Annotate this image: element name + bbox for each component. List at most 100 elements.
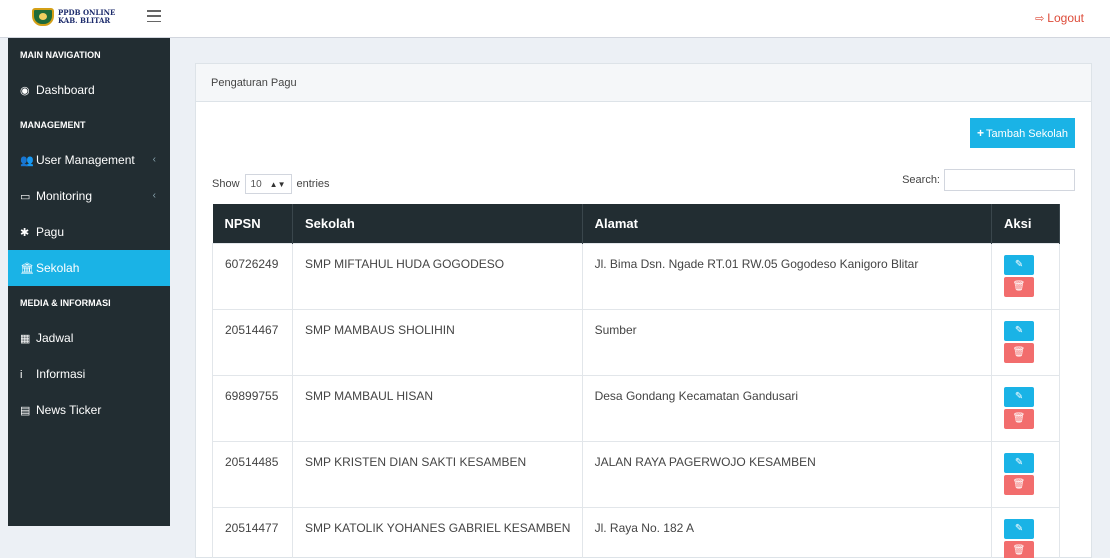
sidebar-item-label: Monitoring: [36, 189, 93, 203]
table-row: 20514477 SMP KATOLIK YOHANES GABRIEL KESA…: [212, 506, 1060, 558]
calendar-icon: ▦: [20, 333, 31, 345]
search-input[interactable]: [944, 169, 1075, 191]
edit-icon: ✎: [1014, 522, 1024, 534]
cell-sekolah: SMP KRISTEN DIAN SAKTI KESAMBEN: [291, 440, 583, 508]
plus-icon: +: [977, 126, 985, 140]
panel-title: Pengaturan Pagu: [196, 64, 1091, 102]
nav-section-header: MAIN NAVIGATION: [20, 50, 101, 60]
info-icon: i: [20, 369, 23, 381]
emblem-icon: [32, 8, 54, 26]
sidebar-item-label: Informasi: [36, 367, 86, 381]
sidebar: MAIN NAVIGATION ◉ Dashboard MANAGEMENT 👥 User…: [8, 38, 170, 526]
cell-aksi: ✎ 🗑: [991, 374, 1060, 442]
desktop-icon: ▭: [20, 191, 31, 203]
cell-sekolah: SMP MAMBAUL HISAN: [291, 374, 583, 442]
sidebar-item-label: Pagu: [36, 225, 65, 239]
cell-npsn: 60726249: [212, 242, 293, 310]
trash-icon: 🗑: [1012, 544, 1026, 556]
sidebar-item-user-management[interactable]: 👥 User Management ‹: [8, 142, 170, 178]
sidebar-item-sekolah[interactable]: 🏛 Sekolah: [8, 250, 170, 286]
delete-button[interactable]: 🗑: [1004, 540, 1035, 558]
search-control: Search:: [902, 169, 1075, 191]
trash-icon: 🗑: [1012, 346, 1026, 358]
nav-section-header: MEDIA & INFORMASI: [20, 298, 111, 308]
delete-button[interactable]: 🗑: [1004, 276, 1035, 297]
sidebar-item-informasi[interactable]: i Informasi: [8, 356, 170, 392]
cell-aksi: ✎ 🗑: [991, 506, 1060, 558]
cell-aksi: ✎ 🗑: [991, 242, 1060, 310]
sign-out-icon: ⇨: [1035, 13, 1045, 25]
cell-sekolah: SMP MIFTAHUL HUDA GOGODESO: [291, 242, 583, 310]
logo-line-2: KAB. BLITAR: [58, 16, 111, 25]
sidebar-item-dashboard[interactable]: ◉ Dashboard: [8, 72, 170, 108]
cell-alamat: Jl. Raya No. 182 A: [581, 506, 993, 558]
cell-alamat: Desa Gondang Kecamatan Gandusari: [581, 374, 993, 442]
sidebar-item-label: Sekolah: [36, 261, 80, 275]
add-school-label: Tambah Sekolah: [986, 128, 1068, 140]
main-panel: Pengaturan Pagu + Tambah Sekolah Show 10 ▲…: [195, 63, 1092, 558]
table-header-row: NPSN Sekolah Alamat Aksi: [212, 204, 1060, 243]
cell-npsn: 20514477: [212, 506, 293, 558]
cell-sekolah: SMP MAMBAUS SHOLIHIN: [291, 308, 583, 376]
column-header-npsn[interactable]: NPSN: [212, 204, 293, 243]
school-table: NPSN Sekolah Alamat Aksi 60726249 SMP MIF…: [212, 204, 1060, 558]
cell-aksi: ✎ 🗑: [991, 440, 1060, 508]
chevron-left-icon: ‹: [152, 154, 156, 165]
edit-icon: ✎: [1014, 324, 1024, 336]
edit-button[interactable]: ✎: [1004, 320, 1035, 341]
sidebar-item-pagu[interactable]: ✱ Pagu: [8, 214, 170, 250]
edit-button[interactable]: ✎: [1004, 386, 1035, 407]
search-label: Search:: [902, 174, 940, 186]
sidebar-item-label: News Ticker: [36, 403, 102, 417]
column-header-aksi: Aksi: [991, 204, 1060, 243]
trash-icon: 🗑: [1012, 412, 1026, 424]
delete-button[interactable]: 🗑: [1004, 408, 1035, 429]
chevron-left-icon: ‹: [152, 190, 156, 201]
cell-npsn: 20514467: [212, 308, 293, 376]
edit-icon: ✎: [1014, 390, 1024, 402]
table-row: 20514485 SMP KRISTEN DIAN SAKTI KESAMBEN J…: [212, 440, 1060, 508]
table-body: 60726249 SMP MIFTAHUL HUDA GOGODESO Jl. Bi…: [212, 242, 1060, 558]
trash-icon: 🗑: [1012, 478, 1026, 490]
menu-toggle-icon[interactable]: [147, 10, 161, 22]
cell-alamat: Jl. Bima Dsn. Ngade RT.01 RW.05 Gogodeso…: [581, 242, 993, 310]
newspaper-icon: ▤: [20, 405, 31, 417]
top-navbar: PPDB ONLINE KAB. BLITAR ⇨ Logout: [0, 0, 1110, 38]
entries-select[interactable]: 10 ▲▼: [244, 174, 292, 194]
delete-button[interactable]: 🗑: [1004, 342, 1035, 363]
cell-npsn: 20514485: [212, 440, 293, 508]
gear-icon: ✱: [20, 227, 30, 239]
sidebar-item-label: Jadwal: [36, 331, 74, 345]
edit-button[interactable]: ✎: [1004, 254, 1035, 275]
sidebar-item-monitoring[interactable]: ▭ Monitoring ‹: [8, 178, 170, 214]
app-logo[interactable]: PPDB ONLINE KAB. BLITAR: [32, 8, 115, 26]
cell-alamat: Sumber: [581, 308, 993, 376]
table-row: 20514467 SMP MAMBAUS SHOLIHIN Sumber ✎ 🗑: [212, 308, 1060, 376]
entries-value: 10: [250, 178, 262, 190]
logo-text: PPDB ONLINE KAB. BLITAR: [58, 9, 115, 25]
sidebar-item-label: Dashboard: [36, 83, 95, 97]
edit-icon: ✎: [1014, 456, 1024, 468]
cell-sekolah: SMP KATOLIK YOHANES GABRIEL KESAMBEN: [291, 506, 583, 558]
column-header-sekolah[interactable]: Sekolah: [292, 204, 583, 243]
institution-icon: 🏛: [20, 263, 34, 275]
cell-npsn: 69899755: [212, 374, 293, 442]
table-row: 69899755 SMP MAMBAUL HISAN Desa Gondang Ke…: [212, 374, 1060, 442]
logout-label: Logout: [1047, 11, 1084, 25]
show-entries-control: Show 10 ▲▼ entries: [212, 174, 330, 194]
column-header-alamat[interactable]: Alamat: [582, 204, 993, 243]
sidebar-item-news-ticker[interactable]: ▤ News Ticker: [8, 392, 170, 428]
logout-link[interactable]: ⇨ Logout: [1035, 11, 1084, 25]
edit-icon: ✎: [1014, 258, 1024, 270]
entries-label: entries: [296, 178, 330, 190]
add-school-button[interactable]: + Tambah Sekolah: [970, 118, 1075, 148]
edit-button[interactable]: ✎: [1004, 518, 1035, 539]
edit-button[interactable]: ✎: [1004, 452, 1035, 473]
cell-aksi: ✎ 🗑: [991, 308, 1060, 376]
sidebar-item-jadwal[interactable]: ▦ Jadwal: [8, 320, 170, 356]
cell-alamat: JALAN RAYA PAGERWOJO KESAMBEN: [581, 440, 993, 508]
delete-button[interactable]: 🗑: [1004, 474, 1035, 495]
sidebar-item-label: User Management: [36, 153, 135, 167]
users-icon: 👥: [20, 155, 34, 167]
select-arrows-icon: ▲▼: [269, 179, 286, 189]
